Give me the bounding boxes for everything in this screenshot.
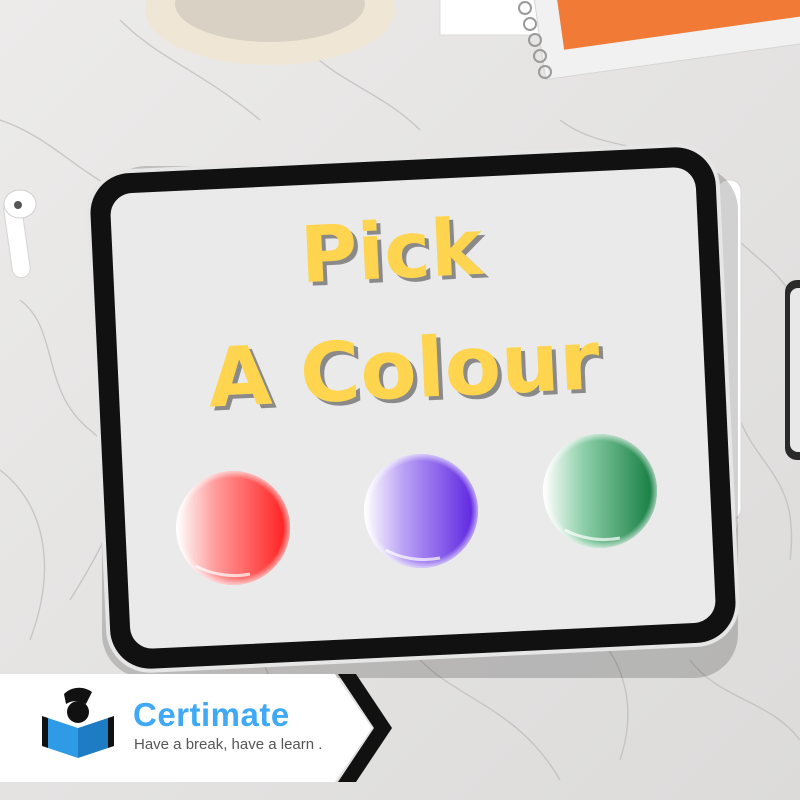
green-paint-blob xyxy=(543,434,657,548)
purple-paint-blob xyxy=(364,454,478,568)
colour-option-green[interactable] xyxy=(543,434,657,548)
colour-option-purple[interactable] xyxy=(364,454,478,568)
brand-tagline: Have a break, have a learn . xyxy=(134,736,323,753)
title-line-2: A Colour xyxy=(206,313,602,426)
title-line-1: Pick xyxy=(298,203,486,302)
phone-edge xyxy=(785,280,800,460)
red-paint-blob xyxy=(176,471,290,585)
colour-option-red[interactable] xyxy=(176,471,290,585)
brand-name: Certimate xyxy=(133,696,290,733)
